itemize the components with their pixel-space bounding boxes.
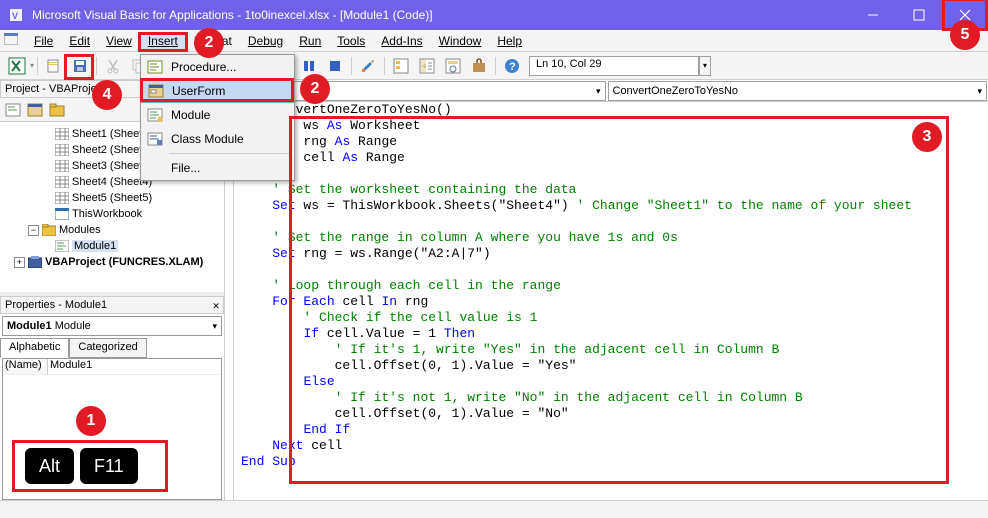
property-row-name[interactable]: (Name) Module1: [3, 359, 221, 375]
menu-bar: File Edit View Insert Format Debug Run T…: [0, 30, 988, 52]
expand-icon[interactable]: +: [14, 257, 25, 268]
tree-thisworkbook[interactable]: ThisWorkbook: [4, 206, 220, 222]
break-icon[interactable]: [297, 54, 321, 78]
dropdown-classmodule[interactable]: Class Module: [141, 127, 294, 151]
status-bar: [0, 500, 988, 518]
menu-file[interactable]: File: [26, 32, 61, 50]
tab-alphabetic[interactable]: Alphabetic: [0, 338, 69, 358]
view-code-icon[interactable]: [2, 99, 24, 121]
window-title: Microsoft Visual Basic for Applications …: [32, 8, 850, 22]
tree-sheet5[interactable]: Sheet5 (Sheet5): [4, 190, 220, 206]
menu-help[interactable]: Help: [489, 32, 530, 50]
dropdown-module[interactable]: Module: [141, 103, 294, 127]
sheet-icon: [54, 159, 70, 173]
code-procedure-dropdown[interactable]: ConvertOneZeroToYesNo▾: [608, 81, 988, 101]
new-icon[interactable]: [42, 54, 66, 78]
menu-tools[interactable]: Tools: [329, 32, 373, 50]
properties-panel-title: Properties - Module1 ✕: [0, 296, 224, 314]
excel-icon[interactable]: [5, 54, 29, 78]
object-browser-icon[interactable]: [441, 54, 465, 78]
classmodule-icon: [145, 130, 165, 148]
module-icon: [54, 239, 70, 253]
project-explorer-icon[interactable]: [389, 54, 413, 78]
menu-window[interactable]: Window: [431, 32, 490, 50]
tree-module1[interactable]: Module1: [4, 238, 220, 254]
menu-addins[interactable]: Add-Ins: [373, 32, 430, 50]
menu-format[interactable]: Format: [186, 32, 240, 50]
menu-edit[interactable]: Edit: [61, 32, 98, 50]
view-object-icon[interactable]: [24, 99, 46, 121]
svg-text:?: ?: [509, 61, 516, 73]
toolbox-icon[interactable]: [467, 54, 491, 78]
sheet-icon: [54, 143, 70, 157]
close-button[interactable]: [942, 0, 988, 30]
sheet-icon: [54, 191, 70, 205]
child-window-icon[interactable]: [4, 33, 26, 48]
dropdown-procedure[interactable]: Procedure...: [141, 55, 294, 79]
title-bar: V Microsoft Visual Basic for Application…: [0, 0, 988, 30]
save-icon[interactable]: [68, 54, 92, 78]
menu-debug[interactable]: Debug: [240, 32, 291, 50]
toggle-folders-icon[interactable]: [46, 99, 68, 121]
properties-close-icon[interactable]: ✕: [209, 299, 223, 312]
tree-funcres[interactable]: +VBAProject (FUNCRES.XLAM): [4, 254, 220, 270]
properties-object-selector[interactable]: Module1 Module ▾: [2, 316, 222, 336]
userform-icon: [146, 82, 166, 100]
workbook-icon: [54, 207, 70, 221]
key-alt: Alt: [25, 448, 74, 484]
help-icon[interactable]: ?: [500, 54, 524, 78]
design-mode-icon[interactable]: [356, 54, 380, 78]
status-dropdown-arrow[interactable]: ▾: [699, 56, 711, 76]
menu-insert[interactable]: Insert: [140, 32, 186, 50]
procedure-icon: [145, 58, 165, 76]
chevron-down-icon: ▾: [977, 86, 982, 97]
menu-view[interactable]: View: [98, 32, 140, 50]
svg-text:V: V: [12, 11, 18, 21]
menu-run[interactable]: Run: [291, 32, 329, 50]
code-editor[interactable]: Sub ConvertOneZeroToYesNo() Dim ws As Wo…: [225, 102, 988, 500]
reset-icon[interactable]: [323, 54, 347, 78]
minimize-button[interactable]: [850, 0, 896, 30]
dropdown-userform[interactable]: UserForm: [141, 79, 294, 103]
folder-icon: [41, 223, 57, 237]
collapse-icon[interactable]: −: [28, 225, 39, 236]
chevron-down-icon: ▾: [596, 86, 601, 97]
chevron-down-icon: ▾: [212, 321, 217, 332]
insert-dropdown: Procedure... UserForm Module Class Modul…: [140, 54, 295, 181]
project-icon: [27, 255, 43, 269]
cut-icon[interactable]: [101, 54, 125, 78]
maximize-button[interactable]: [896, 0, 942, 30]
sheet-icon: [54, 127, 70, 141]
sheet-icon: [54, 175, 70, 189]
key-f11: F11: [80, 448, 138, 484]
properties-icon[interactable]: [415, 54, 439, 78]
app-icon: V: [8, 7, 24, 23]
module-icon: [145, 106, 165, 124]
dropdown-file[interactable]: File...: [141, 156, 294, 180]
cursor-position: Ln 10, Col 29: [529, 56, 699, 76]
tab-categorized[interactable]: Categorized: [69, 338, 146, 358]
tree-modules-folder[interactable]: −Modules: [4, 222, 220, 238]
shortcut-keys: Alt F11: [22, 448, 141, 484]
